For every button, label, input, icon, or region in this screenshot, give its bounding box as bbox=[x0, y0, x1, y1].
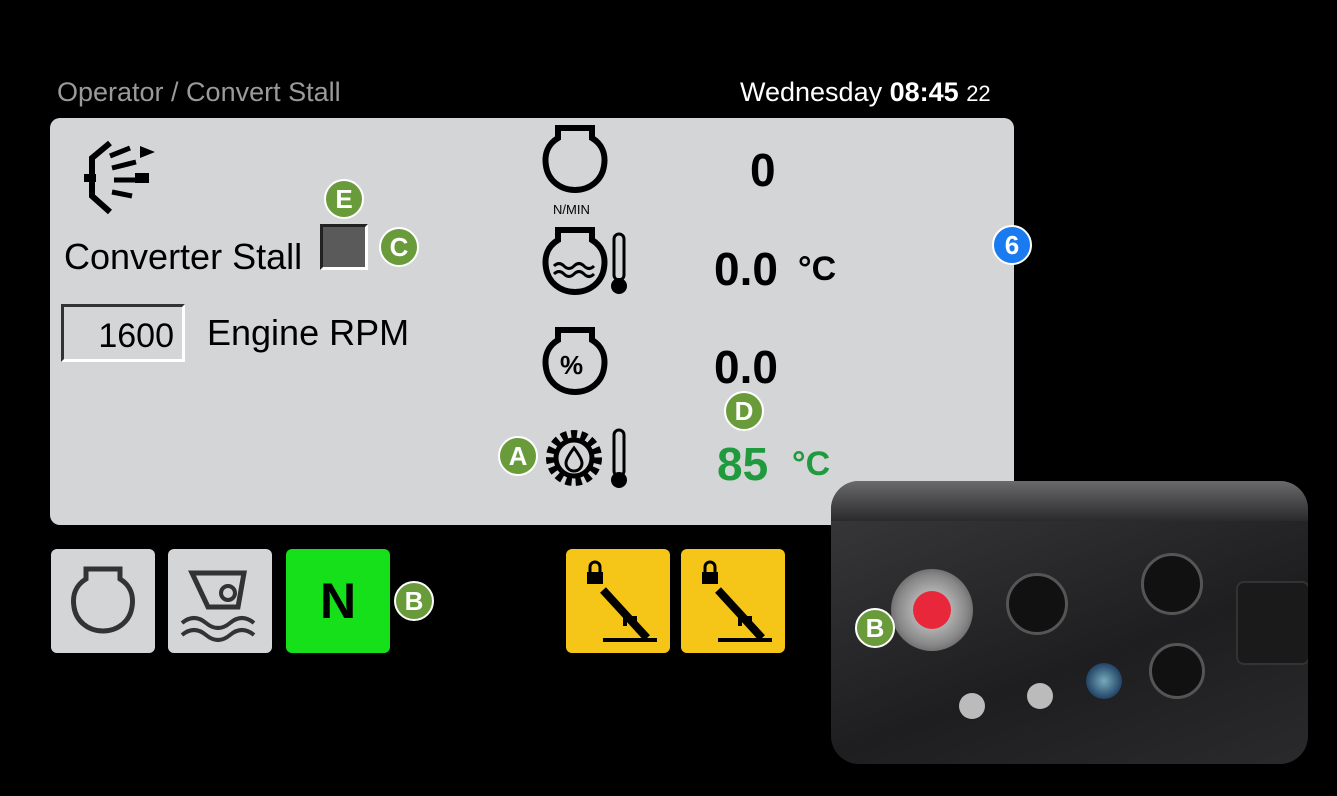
badge-d: D bbox=[724, 391, 764, 431]
badge-e: E bbox=[324, 179, 364, 219]
brake-button[interactable] bbox=[168, 549, 272, 653]
pedal-lock-button-2[interactable] bbox=[681, 549, 785, 653]
engine-icon bbox=[542, 125, 608, 194]
converter-stall-label: Converter Stall bbox=[64, 236, 303, 277]
seconds-label: 22 bbox=[966, 81, 991, 106]
park-lock-pedal-icon bbox=[702, 560, 772, 642]
clock: Wednesday 08:45 22 bbox=[740, 77, 991, 108]
park-lock-pedal-icon bbox=[587, 560, 657, 642]
toggle-switch-2[interactable] bbox=[1027, 683, 1053, 709]
engine-load-icon-text: % bbox=[560, 350, 584, 380]
badge-6: 6 bbox=[992, 225, 1032, 265]
converter-stall-checkbox[interactable] bbox=[320, 224, 368, 270]
badge-b: B bbox=[394, 581, 434, 621]
breadcrumb: Operator / Convert Stall bbox=[57, 77, 341, 107]
day-label: Wednesday bbox=[740, 77, 883, 107]
coolant-temp-value: 0.0 bbox=[714, 243, 778, 295]
engine-button[interactable] bbox=[51, 549, 155, 653]
engine-rpm-input[interactable]: 1600 bbox=[61, 304, 185, 362]
engine-speed-value: 0 bbox=[750, 144, 776, 196]
coolant-temp-unit: °C bbox=[798, 250, 837, 288]
brake-hand-icon bbox=[180, 570, 256, 642]
badge-b-photo: B bbox=[855, 608, 895, 648]
trans-oil-temp-value: 85 bbox=[717, 438, 769, 490]
engine-rpm-label: Engine RPM bbox=[207, 312, 410, 353]
badge-c: C bbox=[379, 227, 419, 267]
engine-speed-unit: N/MIN bbox=[553, 202, 590, 217]
pedal-lock-button-1[interactable] bbox=[566, 549, 670, 653]
toggle-switch-1[interactable] bbox=[959, 693, 985, 719]
engine-button-icon bbox=[71, 566, 135, 634]
light-knob-2[interactable] bbox=[1149, 643, 1205, 699]
engine-load-value: 0.0 bbox=[714, 341, 778, 393]
time-label: 08:45 bbox=[889, 77, 959, 107]
emergency-stop-icon[interactable] bbox=[891, 569, 973, 651]
transmission-oil-temp-icon bbox=[546, 428, 627, 488]
ignition-knob[interactable] bbox=[1006, 573, 1068, 635]
trans-oil-temp-unit: °C bbox=[792, 445, 831, 483]
light-knob-1[interactable] bbox=[1141, 553, 1203, 615]
control-panel-photo bbox=[831, 481, 1308, 764]
neutral-button[interactable]: N bbox=[286, 549, 390, 653]
coolant-temp-icon bbox=[542, 227, 627, 296]
converter-stall-icon bbox=[84, 140, 155, 215]
badge-a: A bbox=[498, 436, 538, 476]
fan-knob[interactable] bbox=[1086, 663, 1122, 699]
